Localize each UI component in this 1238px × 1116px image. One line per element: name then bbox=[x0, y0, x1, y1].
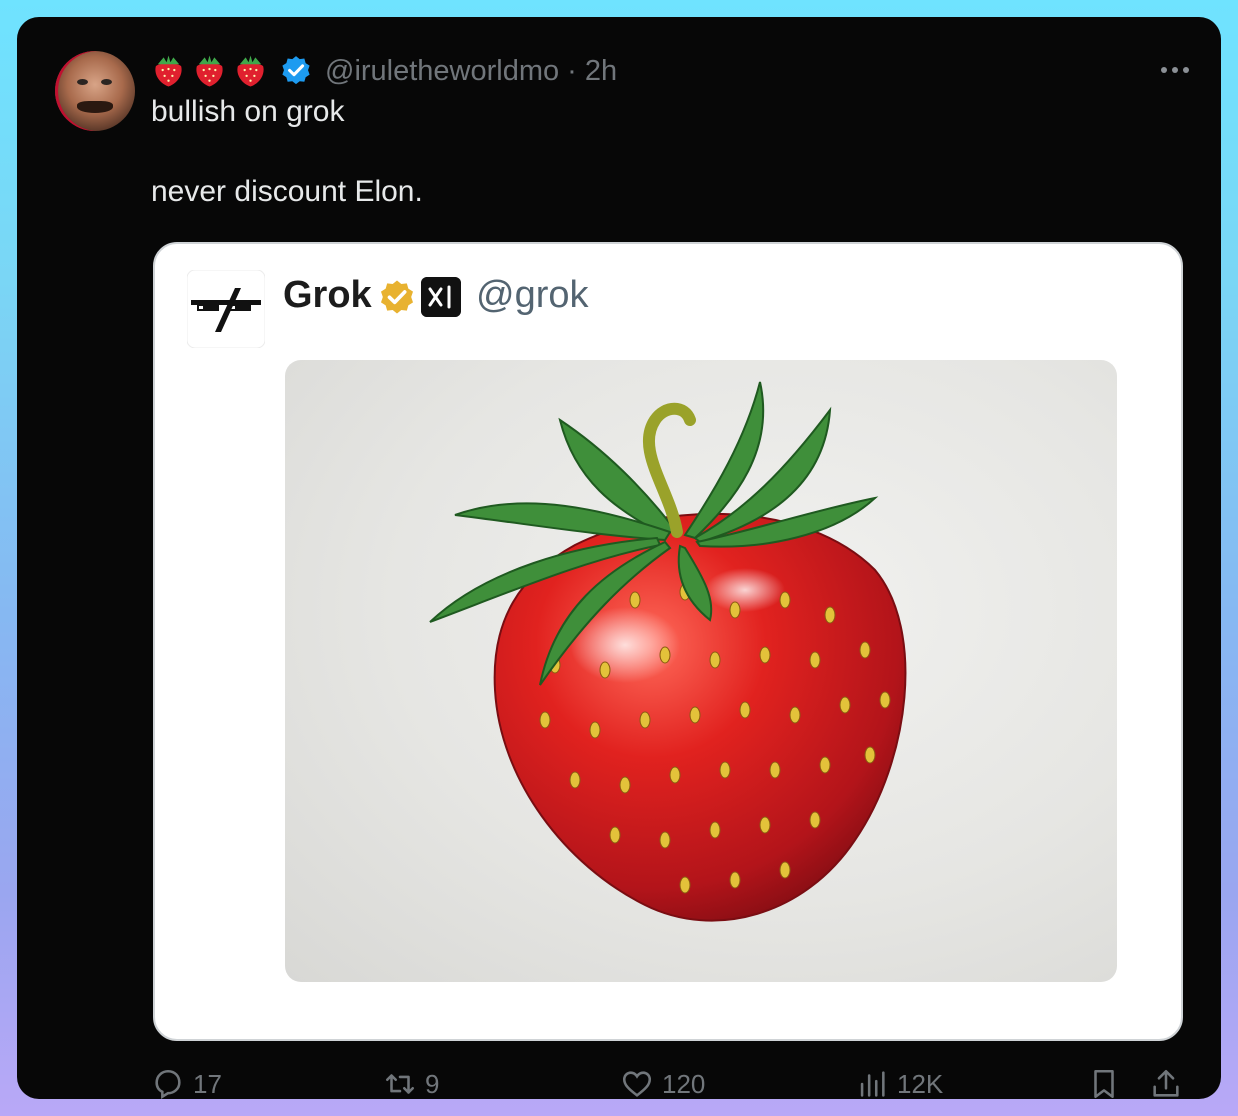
bookmark-button[interactable] bbox=[1087, 1067, 1121, 1099]
avatar-mustache bbox=[77, 101, 113, 113]
verified-badge-icon bbox=[282, 56, 310, 85]
heart-icon bbox=[622, 1071, 652, 1097]
views-chart-icon bbox=[860, 1071, 885, 1097]
quoted-author-name[interactable]: Grok bbox=[283, 274, 372, 317]
tweet-text-line-1: bullish on grok bbox=[151, 95, 345, 128]
reply-button[interactable]: 17 bbox=[151, 1067, 222, 1099]
avatar-eye bbox=[77, 79, 88, 85]
reply-count: 17 bbox=[193, 1068, 222, 1099]
gold-verified-badge-icon bbox=[381, 280, 413, 314]
share-button[interactable] bbox=[1149, 1067, 1183, 1099]
reply-icon bbox=[155, 1069, 181, 1099]
bookmark-icon bbox=[1094, 1069, 1114, 1099]
repost-button[interactable]: 9 bbox=[383, 1067, 439, 1099]
views-count: 12K bbox=[897, 1068, 944, 1099]
strawberry-emoji-icon bbox=[237, 55, 264, 87]
separator-dot: · bbox=[567, 54, 577, 87]
strawberry-emoji-icon bbox=[155, 55, 182, 87]
avatar[interactable] bbox=[55, 51, 135, 131]
strawberry-illustration bbox=[429, 381, 907, 922]
strawberry-image[interactable] bbox=[285, 360, 1117, 982]
tweet-card[interactable]: @iruletheworldmo · 2h bullish on grok ne… bbox=[17, 17, 1221, 1099]
more-options-icon[interactable] bbox=[1155, 55, 1195, 85]
quoted-post-card[interactable]: Grok @grok bbox=[153, 242, 1183, 1041]
xai-affiliation-icon bbox=[421, 277, 461, 317]
tweet-text-line-2: never discount Elon. bbox=[151, 175, 423, 208]
grok-avatar-icon bbox=[187, 270, 265, 348]
like-count: 120 bbox=[662, 1068, 706, 1099]
tweet-header: @iruletheworldmo · 2h bbox=[152, 51, 617, 91]
tweet-time[interactable]: 2h bbox=[585, 55, 617, 88]
repost-icon bbox=[385, 1074, 415, 1094]
author-handle[interactable]: @iruletheworldmo bbox=[325, 55, 559, 88]
repost-count: 9 bbox=[425, 1068, 440, 1099]
quoted-author-handle[interactable]: @grok bbox=[476, 274, 589, 317]
action-bar: 17 9 120 12K bbox=[17, 1067, 1221, 1099]
avatar-eye bbox=[101, 79, 112, 85]
views-button[interactable]: 12K bbox=[855, 1067, 943, 1099]
like-button[interactable]: 120 bbox=[620, 1067, 705, 1099]
strawberry-emoji-icon bbox=[196, 55, 223, 87]
share-icon bbox=[1153, 1069, 1179, 1097]
